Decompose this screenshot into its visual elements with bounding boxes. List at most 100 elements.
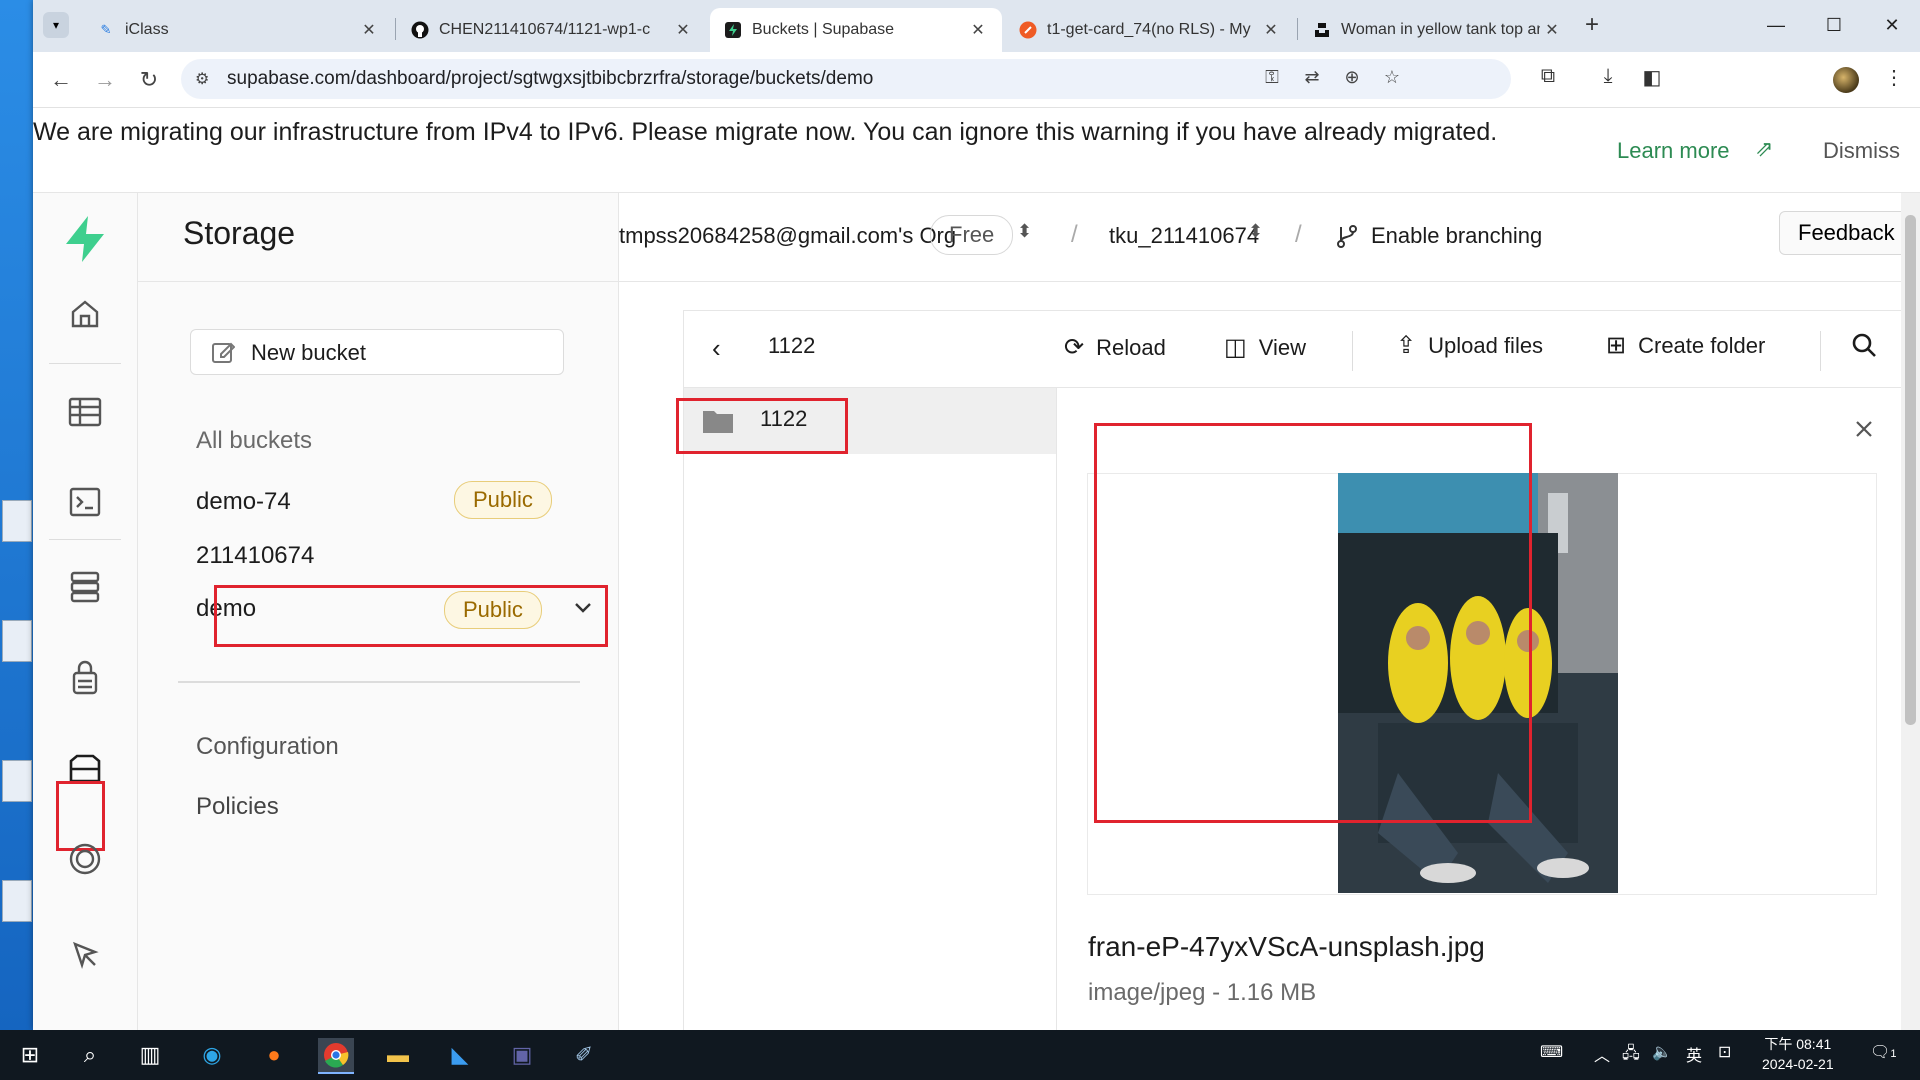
tab-github[interactable]: CHEN211410674/1121-wp1-c ✕ <box>397 8 707 52</box>
refresh-icon: ⟳ <box>1064 334 1085 361</box>
desktop-strip <box>0 0 34 1030</box>
desktop-shortcut[interactable] <box>2 620 32 662</box>
banner-message: We are migrating our infrastructure from… <box>33 118 1498 146</box>
download-icon[interactable]: ⤓ <box>1593 65 1623 95</box>
unsplash-icon <box>1313 21 1331 39</box>
folder-column: 1122 <box>684 388 1057 1030</box>
tab-iclass[interactable]: ✎ iClass ✕ <box>83 8 393 52</box>
org-selector[interactable]: tmpss20684258@gmail.com's Org <box>619 223 956 249</box>
close-icon[interactable]: ✕ <box>357 20 381 40</box>
keyboard-icon[interactable]: ⌨ <box>1540 1042 1563 1062</box>
extensions-icon[interactable]: ⧉ <box>1533 65 1563 95</box>
site-info-icon[interactable]: ⚙ <box>195 69 209 89</box>
file-explorer-icon[interactable]: ▬ <box>380 1038 416 1072</box>
scrollbar-thumb[interactable] <box>1905 215 1916 725</box>
clock[interactable]: 下午 08:41 2024-02-21 <box>1762 1034 1834 1074</box>
page-title: Storage <box>183 215 296 251</box>
back-button[interactable]: ← <box>45 64 77 96</box>
url-text[interactable]: supabase.com/dashboard/project/sgtwgxsjt… <box>227 68 873 90</box>
tab-search-button[interactable]: ▾ <box>43 12 69 38</box>
side-panel-icon[interactable]: ◧ <box>1637 65 1667 95</box>
desktop-shortcut[interactable] <box>2 760 32 802</box>
close-icon[interactable]: ✕ <box>1540 20 1564 40</box>
close-icon[interactable]: ✕ <box>671 20 695 40</box>
highlight-box <box>1094 423 1532 823</box>
page-scrollbar[interactable] <box>1901 193 1920 1030</box>
database-icon[interactable] <box>59 561 111 613</box>
view-button[interactable]: ◫ View <box>1224 333 1306 362</box>
tab-postman[interactable]: t1-get-card_74(no RLS) - My ✕ <box>1005 8 1295 52</box>
project-selector[interactable]: tku_211410674 <box>1109 223 1259 249</box>
policies-link[interactable]: Policies <box>196 793 279 821</box>
github-icon <box>411 21 429 39</box>
browser-menu-icon[interactable]: ⋮ <box>1879 65 1909 95</box>
ime-mode-icon[interactable]: ⊡ <box>1718 1042 1731 1062</box>
upload-files-button[interactable]: ⇪ Upload files <box>1396 331 1543 360</box>
paint-icon[interactable]: ✐ <box>566 1038 602 1072</box>
storage-sidebar: Storage New bucket All buckets demo-74 P… <box>138 193 619 1030</box>
ime-indicator[interactable]: 英 <box>1686 1042 1702 1066</box>
reload-button[interactable]: ⟳ Reload <box>1064 333 1166 362</box>
table-editor-icon[interactable] <box>59 386 111 438</box>
forward-button[interactable]: → <box>89 64 121 96</box>
search-icon[interactable]: ⌕ <box>72 1038 108 1072</box>
explorer-header: ‹ 1122 ⟳ Reload ◫ View ⇪ Upload files ⊞ Crea… <box>684 311 1902 388</box>
address-bar[interactable]: ⚙ supabase.com/dashboard/project/sgtwgxs… <box>181 59 1511 99</box>
auth-lock-icon[interactable] <box>59 651 111 703</box>
edge-icon[interactable]: ◉ <box>194 1038 230 1072</box>
chevron-updown-icon[interactable]: ⬍ <box>1248 221 1263 242</box>
tab-supabase[interactable]: Buckets | Supabase ✕ <box>710 8 1002 52</box>
search-icon[interactable] <box>1850 331 1878 359</box>
highlight-box <box>676 398 848 454</box>
git-branch-icon <box>1337 225 1357 248</box>
tray-chevron-icon[interactable]: ︿ <box>1594 1042 1610 1066</box>
close-icon[interactable] <box>1854 419 1874 439</box>
maximize-button[interactable]: ☐ <box>1806 0 1862 50</box>
edit-icon <box>212 342 235 363</box>
upload-icon: ⇪ <box>1396 332 1417 359</box>
learn-more-link[interactable]: Learn more <box>1617 138 1730 164</box>
supabase-logo-icon[interactable] <box>59 213 111 265</box>
current-path: 1122 <box>768 333 816 358</box>
translate-icon[interactable]: ⇄ <box>1299 67 1325 91</box>
close-icon[interactable]: ✕ <box>1259 20 1283 40</box>
enable-branching-button[interactable]: Enable branching <box>1371 223 1542 249</box>
sql-editor-icon[interactable] <box>59 476 111 528</box>
back-chevron-icon[interactable]: ‹ <box>712 333 721 364</box>
realtime-icon[interactable] <box>59 833 111 885</box>
chevron-updown-icon[interactable]: ⬍ <box>1017 221 1032 242</box>
teams-icon[interactable]: ▣ <box>504 1038 540 1072</box>
minimize-button[interactable]: — <box>1748 0 1804 50</box>
windows-start-icon[interactable]: ⊞ <box>12 1038 48 1072</box>
iclass-icon: ✎ <box>100 22 112 37</box>
feedback-button[interactable]: Feedback <box>1779 211 1914 255</box>
firefox-icon[interactable]: ● <box>256 1038 292 1072</box>
create-folder-button[interactable]: ⊞ Create folder <box>1606 331 1765 360</box>
desktop-shortcut[interactable] <box>2 500 32 542</box>
main-nav-rail <box>33 193 138 1030</box>
zoom-icon[interactable]: ⊕ <box>1339 67 1365 91</box>
network-icon[interactable]: 🖧 <box>1622 1042 1640 1069</box>
dismiss-button[interactable]: Dismiss <box>1823 138 1900 164</box>
project-header: tmpss20684258@gmail.com's Org Free ⬍ / t… <box>619 193 1920 282</box>
volume-icon[interactable]: 🔈 <box>1652 1042 1672 1062</box>
desktop-shortcut[interactable] <box>2 880 32 922</box>
edge-functions-icon[interactable] <box>59 928 111 980</box>
file-explorer: ‹ 1122 ⟳ Reload ◫ View ⇪ Upload files ⊞ Crea… <box>676 310 1903 1030</box>
tab-unsplash[interactable]: Woman in yellow tank top an ✕ <box>1299 8 1576 52</box>
reload-page-button[interactable]: ↻ <box>133 64 165 96</box>
notification-icon[interactable]: 🗨1 <box>1870 1042 1896 1062</box>
new-bucket-button[interactable]: New bucket <box>190 329 564 375</box>
chrome-icon[interactable] <box>318 1038 354 1074</box>
password-key-icon[interactable]: ⚿ <box>1259 67 1285 91</box>
profile-avatar[interactable] <box>1833 67 1859 93</box>
highlight-box <box>214 585 608 647</box>
task-view-icon[interactable]: ▥ <box>132 1038 168 1072</box>
home-icon[interactable] <box>59 288 111 340</box>
window-close-button[interactable]: ✕ <box>1864 0 1920 50</box>
tab-strip: ▾ ✎ iClass ✕ CHEN211410674/1121-wp1-c ✕ … <box>33 0 1920 52</box>
close-icon[interactable]: ✕ <box>966 20 990 40</box>
bookmark-star-icon[interactable]: ☆ <box>1379 67 1405 91</box>
vscode-icon[interactable]: ◣ <box>442 1038 478 1072</box>
new-tab-button[interactable]: + <box>1578 12 1606 40</box>
